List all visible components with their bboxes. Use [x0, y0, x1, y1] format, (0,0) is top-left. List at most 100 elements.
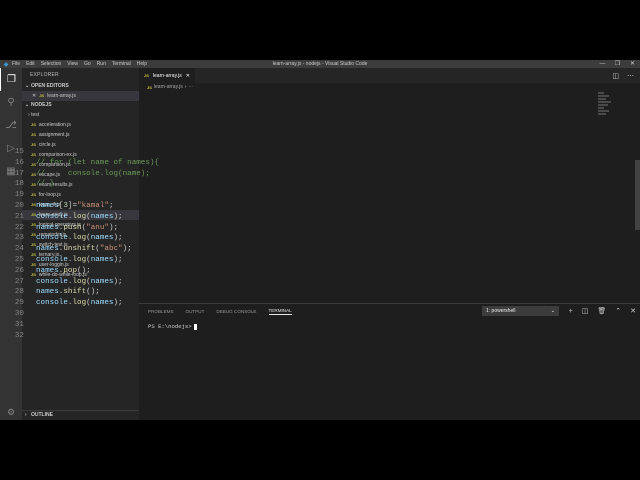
file-item-label: assignment.js — [38, 132, 70, 138]
menu-item-go[interactable]: Go — [84, 61, 91, 67]
minimap-line — [598, 98, 606, 100]
more-actions-icon[interactable]: ⋯ — [627, 72, 634, 80]
code-line[interactable]: 23 console.log(names); — [0, 233, 460, 244]
terminal-select[interactable]: 1: powershell ⌄ — [482, 306, 559, 316]
panel-tabs: PROBLEMS OUTPUT DEBUG CONSOLE TERMINAL — [139, 304, 640, 318]
close-panel-icon[interactable]: ✕ — [630, 307, 636, 315]
code-text: console.log(names); — [36, 234, 123, 243]
code-line[interactable]: 19 — [0, 190, 460, 201]
code-text: names.push("anu"); — [36, 223, 119, 232]
minimize-icon[interactable]: — — [595, 60, 610, 68]
open-editor-label: learn-array.js — [47, 93, 76, 99]
line-number: 29 — [14, 299, 24, 308]
line-number: 30 — [14, 309, 24, 318]
code-text: // console.log(name); — [36, 169, 150, 178]
tab-label: learn-array.js — [152, 72, 182, 79]
tab-terminal[interactable]: TERMINAL — [268, 308, 292, 315]
menu-item-selection[interactable]: Selection — [41, 61, 62, 67]
js-file-icon: JS — [147, 85, 152, 90]
line-number: 28 — [14, 288, 24, 297]
file-item[interactable]: JS acceleration.js — [22, 120, 139, 130]
line-number: 22 — [14, 223, 24, 232]
code-line[interactable]: 28 names.shift(); — [0, 287, 460, 298]
outline-header[interactable]: › OUTLINE — [22, 410, 139, 420]
code-text: console.log(names); — [36, 299, 123, 308]
code-line[interactable]: 25 console.log(names); — [0, 255, 460, 266]
panel-actions: + ◫ 🗑 ⌃ ✕ — [569, 306, 636, 316]
line-number: 26 — [14, 266, 24, 275]
line-number: 21 — [14, 212, 24, 221]
line-number: 31 — [14, 320, 24, 329]
folder-header-nodejs[interactable]: ⌄ NODEJS — [22, 101, 139, 110]
menu-item-help[interactable]: Help — [137, 61, 147, 67]
minimap-line — [598, 107, 605, 109]
line-number: 25 — [14, 255, 24, 264]
code-line[interactable]: 18 // } — [0, 179, 460, 190]
chevron-right-icon: › — [184, 84, 187, 90]
menu-item-file[interactable]: File — [12, 61, 20, 67]
minimap[interactable] — [598, 92, 612, 116]
minimap-line — [598, 95, 609, 97]
code-text: names.unshift("abc"); — [36, 245, 132, 254]
breadcrumb-more-icon[interactable]: ⋯ — [188, 83, 193, 92]
open-editors-header[interactable]: ⌄ OPEN EDITORS — [22, 82, 139, 91]
code-line[interactable]: 26 names.pop(); — [0, 266, 460, 277]
code-line[interactable]: 21 console.log(names); — [0, 212, 460, 223]
code-line[interactable]: 22 names.push("anu"); — [0, 223, 460, 234]
vscode-logo-icon: ◆ — [3, 61, 9, 68]
title-bar: ◆ File Edit Selection View Go Run Terminal Help… — [0, 60, 640, 68]
terminal-prompt[interactable]: PS E:\nodejs> — [148, 323, 197, 330]
tab-problems[interactable]: PROBLEMS — [148, 309, 174, 314]
menu-item-view[interactable]: View — [67, 61, 78, 67]
trash-icon[interactable]: 🗑 — [597, 307, 606, 315]
source-control-icon[interactable]: ⎇ — [0, 114, 22, 137]
terminal-cursor — [193, 323, 197, 330]
breadcrumb-file[interactable]: learn-array.js — [154, 83, 183, 92]
line-number: 18 — [14, 180, 24, 189]
file-item[interactable]: JS assignment.js — [22, 130, 139, 140]
tab-learn-array[interactable]: JS learn-array.js ✕ — [139, 68, 195, 83]
folder-item-test[interactable]: › test — [22, 110, 139, 120]
close-icon[interactable]: ✕ — [625, 60, 640, 68]
minimap-line — [598, 113, 607, 115]
code-line[interactable]: 16 // for (let name of names){ — [0, 158, 460, 169]
split-terminal-icon[interactable]: ◫ — [582, 307, 589, 315]
code-line[interactable]: 24 names.unshift("abc"); — [0, 244, 460, 255]
minimap-line — [598, 92, 604, 94]
menu-item-run[interactable]: Run — [97, 61, 106, 67]
breadcrumb[interactable]: JS learn-array.js › ⋯ — [139, 83, 640, 92]
explorer-icon[interactable]: ❐ — [0, 68, 22, 91]
open-editor-item[interactable]: ✕ JS learn-array.js — [22, 91, 139, 101]
new-terminal-icon[interactable]: + — [569, 308, 573, 315]
tab-output[interactable]: OUTPUT — [186, 309, 205, 314]
editor-actions: ◫ ⋯ — [612, 68, 640, 83]
code-line[interactable]: 20 names[3]="kamal"; — [0, 201, 460, 212]
folder-item-label: test — [31, 112, 40, 118]
code-text: console.log(names); — [36, 212, 123, 221]
js-file-icon: JS — [31, 132, 36, 137]
chevron-down-icon: ⌄ — [550, 308, 555, 314]
menu-item-terminal[interactable]: Terminal — [112, 61, 131, 67]
maximize-icon[interactable]: ❒ — [610, 60, 625, 68]
maximize-panel-icon[interactable]: ⌃ — [615, 307, 621, 315]
line-number: 17 — [14, 169, 24, 178]
code-line[interactable]: 15 — [0, 147, 460, 158]
search-icon[interactable]: ⚲ — [0, 91, 22, 114]
editor-scrollbar[interactable] — [635, 160, 640, 230]
close-icon[interactable]: ✕ — [32, 91, 36, 101]
code-text: names.pop(); — [36, 266, 91, 275]
js-file-icon: JS — [31, 122, 36, 127]
js-file-icon: JS — [144, 73, 149, 78]
code-line[interactable]: 27 console.log(names); — [0, 277, 460, 288]
close-icon[interactable]: ✕ — [186, 73, 190, 79]
menu-item-edit[interactable]: Edit — [26, 61, 35, 67]
tab-debug-console[interactable]: DEBUG CONSOLE — [216, 309, 256, 314]
code-text: // } — [36, 180, 55, 189]
code-text: console.log(names); — [36, 277, 123, 286]
split-editor-icon[interactable]: ◫ — [612, 72, 619, 80]
gear-icon[interactable]: ⚙ — [0, 407, 22, 418]
line-number: 32 — [14, 331, 24, 340]
code-line[interactable]: 17 // console.log(name); — [0, 169, 460, 180]
